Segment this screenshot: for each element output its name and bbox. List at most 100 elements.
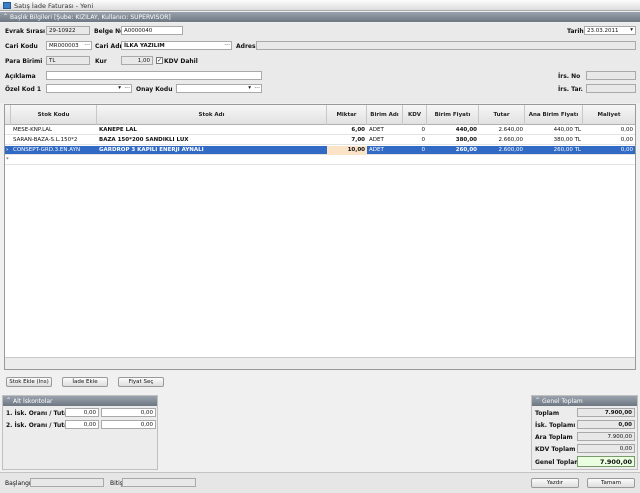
col-header-stok-adi[interactable]: Stok Adı [97, 105, 327, 125]
genel-toplam-label: Genel Toplam [535, 459, 581, 466]
col-header-ana-birim-fiyati[interactable]: Ana Birim Fiyatı [525, 105, 583, 125]
table-row-selected[interactable]: › CONSEPT-GRD.3.EN.AYN GARDROP 3 KAPILI … [5, 146, 635, 155]
cell-maliyet[interactable]: 0,00 [583, 137, 633, 145]
window-title: Satış İade Faturası - Yeni [14, 2, 94, 10]
tarih-field[interactable]: 23.03.2011 ▾ [584, 26, 636, 35]
cell-miktar-editing[interactable]: 10,00 [327, 146, 367, 155]
cari-kodu-lookup-icon[interactable]: ··· [84, 42, 90, 49]
cari-adi-field[interactable]: İLKA YAZILIM ··· [121, 41, 232, 50]
alt-iskontolar-bar[interactable]: ⌃ Alt İskontolar [3, 396, 157, 406]
para-birimi-label: Para Birimi [5, 58, 43, 65]
cell-birim-fiyati[interactable]: 260,00 [427, 147, 477, 155]
yazdir-button[interactable]: Yazdır [531, 478, 579, 488]
new-row-indicator-icon: * [6, 157, 9, 163]
col-header-tutar[interactable]: Tutar [479, 105, 525, 125]
collapse-chevron-icon[interactable]: ⌃ [6, 397, 11, 404]
cell-birim-fiyati[interactable]: 380,00 [427, 137, 477, 145]
header-section-bar[interactable]: ⌃ Başlık Bilgileri [Şube: KIZILAY, Kulla… [0, 12, 640, 22]
collapse-chevron-icon[interactable]: ⌃ [3, 13, 8, 20]
cell-tutar[interactable]: 2.600,00 [479, 147, 524, 155]
cell-ana-birim-fiyati[interactable]: 260,00 TL [525, 147, 581, 155]
evrak-sirasi-label: Evrak Sırası [5, 28, 46, 35]
iade-ekle-button[interactable]: İade Ekle [62, 377, 108, 387]
cell-stok-adi[interactable]: KANEPE LAL [99, 127, 325, 135]
collapse-chevron-icon[interactable]: ⌃ [535, 397, 540, 404]
chevron-down-icon[interactable]: ▾ [248, 85, 251, 91]
fiyat-sec-button[interactable]: Fiyat Seç [118, 377, 164, 387]
tamam-button[interactable]: Tamam [587, 478, 635, 488]
cell-birim-adi[interactable]: ADET [369, 147, 401, 155]
onay-kodu-field[interactable]: ▾ ··· [176, 84, 262, 93]
kdv-dahil-checkbox[interactable]: ✓ [156, 57, 163, 64]
col-header-maliyet[interactable]: Maliyet [583, 105, 635, 125]
onay-kodu-lookup-icon[interactable]: ··· [254, 85, 260, 92]
cari-adi-lookup-icon[interactable]: ··· [224, 42, 230, 49]
kdv-toplam-value: 0,00 [577, 444, 635, 453]
irs-tar-field[interactable] [586, 84, 636, 93]
adres-field[interactable] [256, 41, 636, 50]
col-header-stok-kodu[interactable]: Stok Kodu [11, 105, 97, 125]
col-header-birim-fiyati[interactable]: Birim Fiyatı [427, 105, 479, 125]
chevron-down-icon[interactable]: ▾ [118, 85, 121, 91]
ara-toplam-label: Ara Toplam [535, 434, 573, 441]
ozel-kod-lookup-icon[interactable]: ··· [124, 85, 130, 92]
isk2-tutar-field[interactable]: 0,00 [101, 420, 156, 429]
tarih-label: Tarih [567, 28, 584, 35]
cari-kodu-field[interactable]: MR000003 ··· [46, 41, 92, 50]
cell-kdv[interactable]: 0 [403, 127, 426, 135]
isk-toplam-value: 0,00 [577, 420, 635, 429]
col-header-kdv[interactable]: KDV [403, 105, 427, 125]
genel-toplam-bar[interactable]: ⌃ Genel Toplam [532, 396, 637, 406]
cell-ana-birim-fiyati[interactable]: 380,00 TL [525, 137, 581, 145]
table-row[interactable]: MESE-KNP.LAL KANEPE LAL 6,00 ADET 0 440,… [5, 126, 635, 135]
cari-kodu-label: Cari Kodu [5, 43, 38, 50]
cell-tutar[interactable]: 2.660,00 [479, 137, 524, 145]
cell-birim-adi[interactable]: ADET [369, 127, 401, 135]
cell-miktar[interactable]: 7,00 [327, 137, 365, 145]
chevron-down-icon[interactable]: ▾ [630, 27, 633, 33]
header-section-title: Başlık Bilgileri [Şube: KIZILAY, Kullanı… [10, 13, 171, 21]
bitis-field[interactable] [122, 478, 196, 487]
kur-field[interactable]: 1,00 [121, 56, 153, 65]
grid-horizontal-scrollbar[interactable] [5, 357, 635, 369]
aciklama-field[interactable] [46, 71, 262, 80]
stok-ekle-button[interactable]: Stok Ekle (Ins) [6, 377, 52, 387]
isk1-oran-field[interactable]: 0,00 [65, 408, 99, 417]
isk2-oran-field[interactable]: 0,00 [65, 420, 99, 429]
irs-no-field[interactable] [586, 71, 636, 80]
cell-kdv[interactable]: 0 [403, 137, 426, 145]
belge-no-label: Belge No [94, 28, 125, 35]
tarih-value: 23.03.2011 [587, 28, 619, 34]
isk2-label: 2. İsk. Oranı / Tutarı [6, 422, 74, 429]
items-grid[interactable]: Stok Kodu Stok Adı Miktar Birim Adı KDV … [4, 104, 636, 370]
cell-birim-adi[interactable]: ADET [369, 137, 401, 145]
cell-stok-kodu[interactable]: SARAN-BAZA-S.L.150*2 [13, 137, 97, 145]
belge-no-field[interactable]: A0000040 [121, 26, 183, 35]
ara-toplam-value: 7.900,00 [577, 432, 635, 441]
cell-tutar[interactable]: 2.640,00 [479, 127, 524, 135]
cell-stok-kodu[interactable]: MESE-KNP.LAL [13, 127, 97, 135]
cell-stok-adi[interactable]: BAZA 150*200 SANDIKLI LUX [99, 137, 325, 145]
cell-stok-adi[interactable]: GARDROP 3 KAPILI ENERJİ AYNALI [99, 147, 325, 155]
cell-ana-birim-fiyati[interactable]: 440,00 TL [525, 127, 581, 135]
table-row[interactable]: SARAN-BAZA-S.L.150*2 BAZA 150*200 SANDIK… [5, 136, 635, 145]
irs-no-label: İrs. No [558, 73, 581, 80]
bitis-label: Bitiş [110, 480, 123, 487]
col-header-miktar[interactable]: Miktar [327, 105, 367, 125]
cell-maliyet[interactable]: 0,00 [583, 127, 633, 135]
footer-bar: Başlangıç Bitiş Yazdır Tamam [0, 472, 640, 493]
cell-miktar[interactable]: 6,00 [327, 127, 365, 135]
para-birimi-field[interactable]: TL [46, 56, 90, 65]
new-row[interactable]: * [5, 156, 635, 165]
evrak-sirasi-field[interactable]: 29-10922 [46, 26, 90, 35]
ozel-kod-label: Özel Kod 1 [5, 86, 42, 93]
cell-kdv[interactable]: 0 [403, 147, 426, 155]
baslangic-field[interactable] [30, 478, 104, 487]
cell-birim-fiyati[interactable]: 440,00 [427, 127, 477, 135]
ozel-kod-field[interactable]: ▾ ··· [46, 84, 132, 93]
col-header-birim-adi[interactable]: Birim Adı [367, 105, 403, 125]
isk1-tutar-field[interactable]: 0,00 [101, 408, 156, 417]
cell-maliyet[interactable]: 0,00 [583, 147, 633, 155]
cell-stok-kodu[interactable]: CONSEPT-GRD.3.EN.AYN [13, 147, 97, 155]
toplam-value: 7.900,00 [577, 408, 635, 417]
